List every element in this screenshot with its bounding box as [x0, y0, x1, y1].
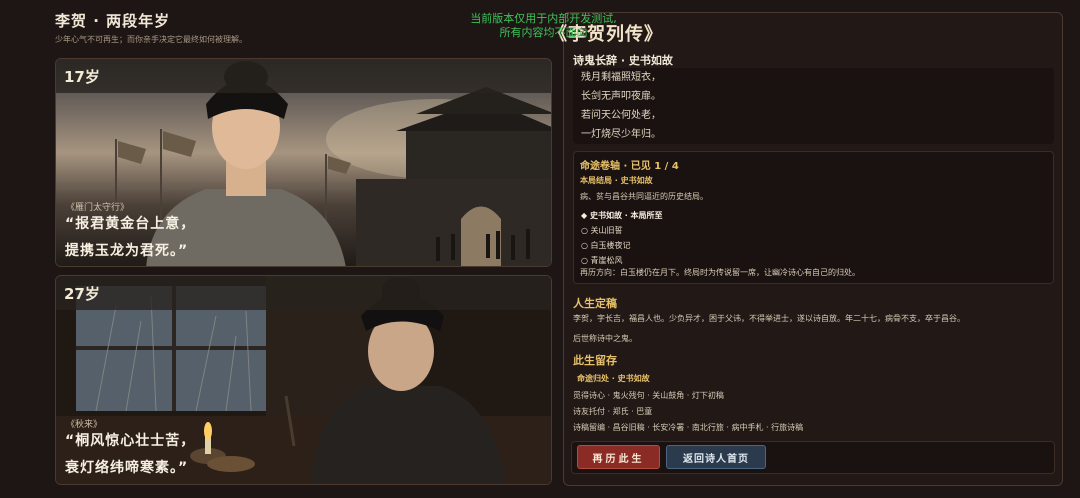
fate-option-label: 关山旧誓: [590, 226, 623, 235]
fate-option-selected[interactable]: ◆ 史书如故 · 本局所至: [581, 210, 663, 221]
life-heading: 人生定稿: [573, 297, 617, 310]
watermark-line2: 所有内容均不面向: [499, 26, 588, 39]
poem-quote: “报君黄金台上意， 提携玉龙为君死。”: [65, 211, 195, 265]
life-text-line1: 李贺，字长吉，福昌人也。少负异才，困于父讳，不得举进士，遂以诗自放。年二十七，病…: [573, 314, 965, 323]
replay-button[interactable]: 再历此生: [577, 445, 660, 469]
poem-quote: “桐风惊心壮士苦， 衰灯络纬啼寒素。”: [65, 428, 195, 482]
fate-option-label: 史书如故 · 本局所至: [589, 211, 663, 220]
fate-result-label: 本局结局 · 史书如故: [580, 176, 653, 185]
quote-line-1: “报君黄金台上意，: [65, 216, 196, 232]
watermark-line1: 当前版本仅用于内部开发测试,: [470, 12, 617, 25]
keepsake-heading: 此生留存: [573, 354, 617, 367]
keepsake-row: 诗友托付 · 郑氏 · 巴童: [573, 407, 653, 416]
poem-line: 若问天公何处老，: [581, 110, 661, 121]
quote-line-2: 衰灯络纬啼寒素。”: [65, 460, 189, 476]
fate-option[interactable]: ○ 白玉楼夜记: [581, 240, 631, 251]
fate-result-desc: 病、贫与昌谷共同逼近的历史结局。: [580, 192, 708, 201]
fate-next-hint: 再历方向：白玉楼仍在月下。终局时为传说留一席，让幽冷诗心有自己的归处。: [580, 268, 860, 277]
back-home-button[interactable]: 返回诗人首页: [666, 445, 766, 469]
poem-line: 残月剩福照短衣，: [581, 72, 661, 83]
poem-line: 一灯烧尽少年归。: [581, 129, 661, 140]
diamond-icon: ◆: [581, 211, 588, 220]
keepsake-subheading: 命途归处 · 史书如故: [577, 374, 650, 383]
fate-option[interactable]: ○ 关山旧誓: [581, 225, 623, 236]
page-subtitle: 少年心气不可再生；而你亲手决定它最终如何被理解。: [55, 35, 247, 44]
fate-option[interactable]: ○ 青崖松风: [581, 255, 623, 266]
poem-section-heading: 诗鬼长辞 · 史书如故: [573, 54, 673, 67]
circle-icon: ○: [581, 256, 588, 265]
page-title: 李贺 · 两段年岁: [55, 12, 171, 30]
circle-icon: ○: [581, 241, 588, 250]
poem-line: 长剑无声叩夜扉。: [581, 91, 661, 102]
fate-heading: 命途卷轴 · 已见 1 / 4: [580, 161, 679, 172]
age-card-17[interactable]: 17岁 《雁门太守行》 “报君黄金台上意， 提携玉龙为君死。”: [55, 58, 552, 267]
circle-icon: ○: [581, 226, 588, 235]
quote-line-2: 提携玉龙为君死。”: [65, 243, 189, 259]
fate-option-label: 白玉楼夜记: [590, 241, 631, 250]
keepsake-row: 诗稿留编 · 昌谷旧稿 · 长安冷署 · 南北行旅 · 病中手札 · 行旅诗稿: [573, 423, 804, 432]
dev-watermark: 当前版本仅用于内部开发测试, 所有内容均不面向: [456, 12, 631, 40]
fate-option-label: 青崖松风: [590, 256, 623, 265]
keepsake-row: 觅得诗心 · 鬼火残句 · 关山鼓角 · 灯下初稿: [573, 391, 724, 400]
age-label: 17岁: [56, 59, 551, 93]
age-label: 27岁: [56, 276, 551, 310]
quote-line-1: “桐风惊心壮士苦，: [65, 433, 196, 449]
age-card-27[interactable]: 27岁 《秋来》 “桐风惊心壮士苦， 衰灯络纬啼寒素。”: [55, 275, 552, 485]
life-text-line2: 后世称诗中之鬼。: [573, 334, 637, 343]
